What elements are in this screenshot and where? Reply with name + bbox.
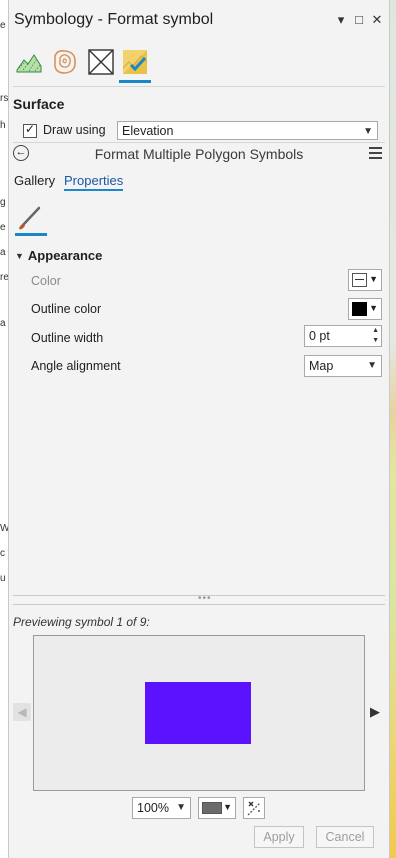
close-icon[interactable]: ✕ [370,12,384,28]
chevron-down-icon: ▼ [223,802,232,812]
contour-icon [54,50,76,74]
divider [13,142,385,143]
draw-using-checkbox[interactable] [23,122,37,138]
bg-text: a [0,318,6,329]
zoom-value: 100% [137,801,169,815]
color-picker-button[interactable]: ▼ [348,269,382,291]
surface-tab[interactable] [15,48,43,76]
next-symbol-button[interactable]: ▶ [367,703,383,721]
bg-text: u [0,573,6,584]
hamburger-menu-icon[interactable] [369,147,382,159]
appearance-expander[interactable]: ▼ Appearance [15,248,102,263]
chevron-down-icon: ▼ [369,303,378,313]
preview-polygon [145,682,251,744]
preview-splitter[interactable]: ••• [13,593,385,605]
terrain-icon [16,54,42,73]
draw-using-value: Elevation [122,124,174,138]
maximize-icon[interactable]: □ [352,12,366,28]
color-label: Color [31,274,61,288]
symbol-format-icon [122,50,148,74]
preview-background-button[interactable]: ▼ [198,797,236,819]
draw-using-label: Draw using [43,123,106,137]
chevron-down-icon: ▼ [369,274,378,284]
auto-background-button[interactable] [243,797,265,819]
previous-symbol-button[interactable]: ◀ [13,703,31,721]
surface-heading: Surface [13,96,65,112]
bg-text: g [0,197,6,208]
bg-text: h [0,120,6,131]
symbol-properties-tab[interactable] [15,205,47,236]
outline-width-label: Outline width [31,331,104,345]
angle-alignment-value: Map [309,359,334,373]
background-swatch [202,802,222,814]
chevron-down-icon: ▼ [363,126,373,137]
zoom-dropdown[interactable]: 100% ▼ [132,797,191,819]
bg-text: e [0,20,6,31]
divider [13,86,385,87]
title-bar: Symbology - Format symbol ▾ □ ✕ [9,0,389,40]
draw-using-dropdown[interactable]: Elevation ▼ [117,121,378,140]
outline-color-swatch [352,302,367,316]
format-title: Format Multiple Polygon Symbols [94,146,304,162]
bg-text: a [0,247,6,258]
vector-tab[interactable] [87,48,115,76]
magic-wand-icon [247,801,261,816]
angle-alignment-label: Angle alignment [31,359,121,373]
bg-text: c [0,548,5,559]
preview-label: Previewing symbol 1 of 9: [13,615,150,629]
symbology-pane: Symbology - Format symbol ▾ □ ✕ Surface … [8,0,390,858]
chevron-down-icon: ▼ [15,251,24,261]
no-symbol-icon [88,49,114,75]
outline-width-input[interactable]: 0 pt ▲ ▼ [304,325,382,347]
no-color-swatch [352,273,367,287]
chevron-down-icon: ▼ [367,360,377,371]
format-tab[interactable] [119,48,151,83]
symbol-preview [33,635,365,791]
pane-title: Symbology - Format symbol [14,11,214,28]
paintbrush-icon [19,206,41,230]
angle-alignment-dropdown[interactable]: Map ▼ [304,355,382,377]
appearance-heading: Appearance [27,248,103,263]
outline-color-picker-button[interactable]: ▼ [348,298,382,320]
spin-up-icon[interactable]: ▲ [372,326,379,336]
chevron-down-icon: ▼ [176,802,186,813]
outline-color-label: Outline color [31,302,102,316]
outline-width-value: 0 pt [309,329,330,343]
tab-properties[interactable]: Properties [64,173,124,191]
options-chevron-icon[interactable]: ▾ [334,12,348,28]
spin-down-icon[interactable]: ▼ [372,336,379,346]
contour-tab[interactable] [51,48,79,76]
apply-button[interactable]: Apply [254,826,304,848]
bg-text: e [0,222,6,233]
cancel-button[interactable]: Cancel [316,826,374,848]
tab-gallery[interactable]: Gallery [14,173,55,188]
